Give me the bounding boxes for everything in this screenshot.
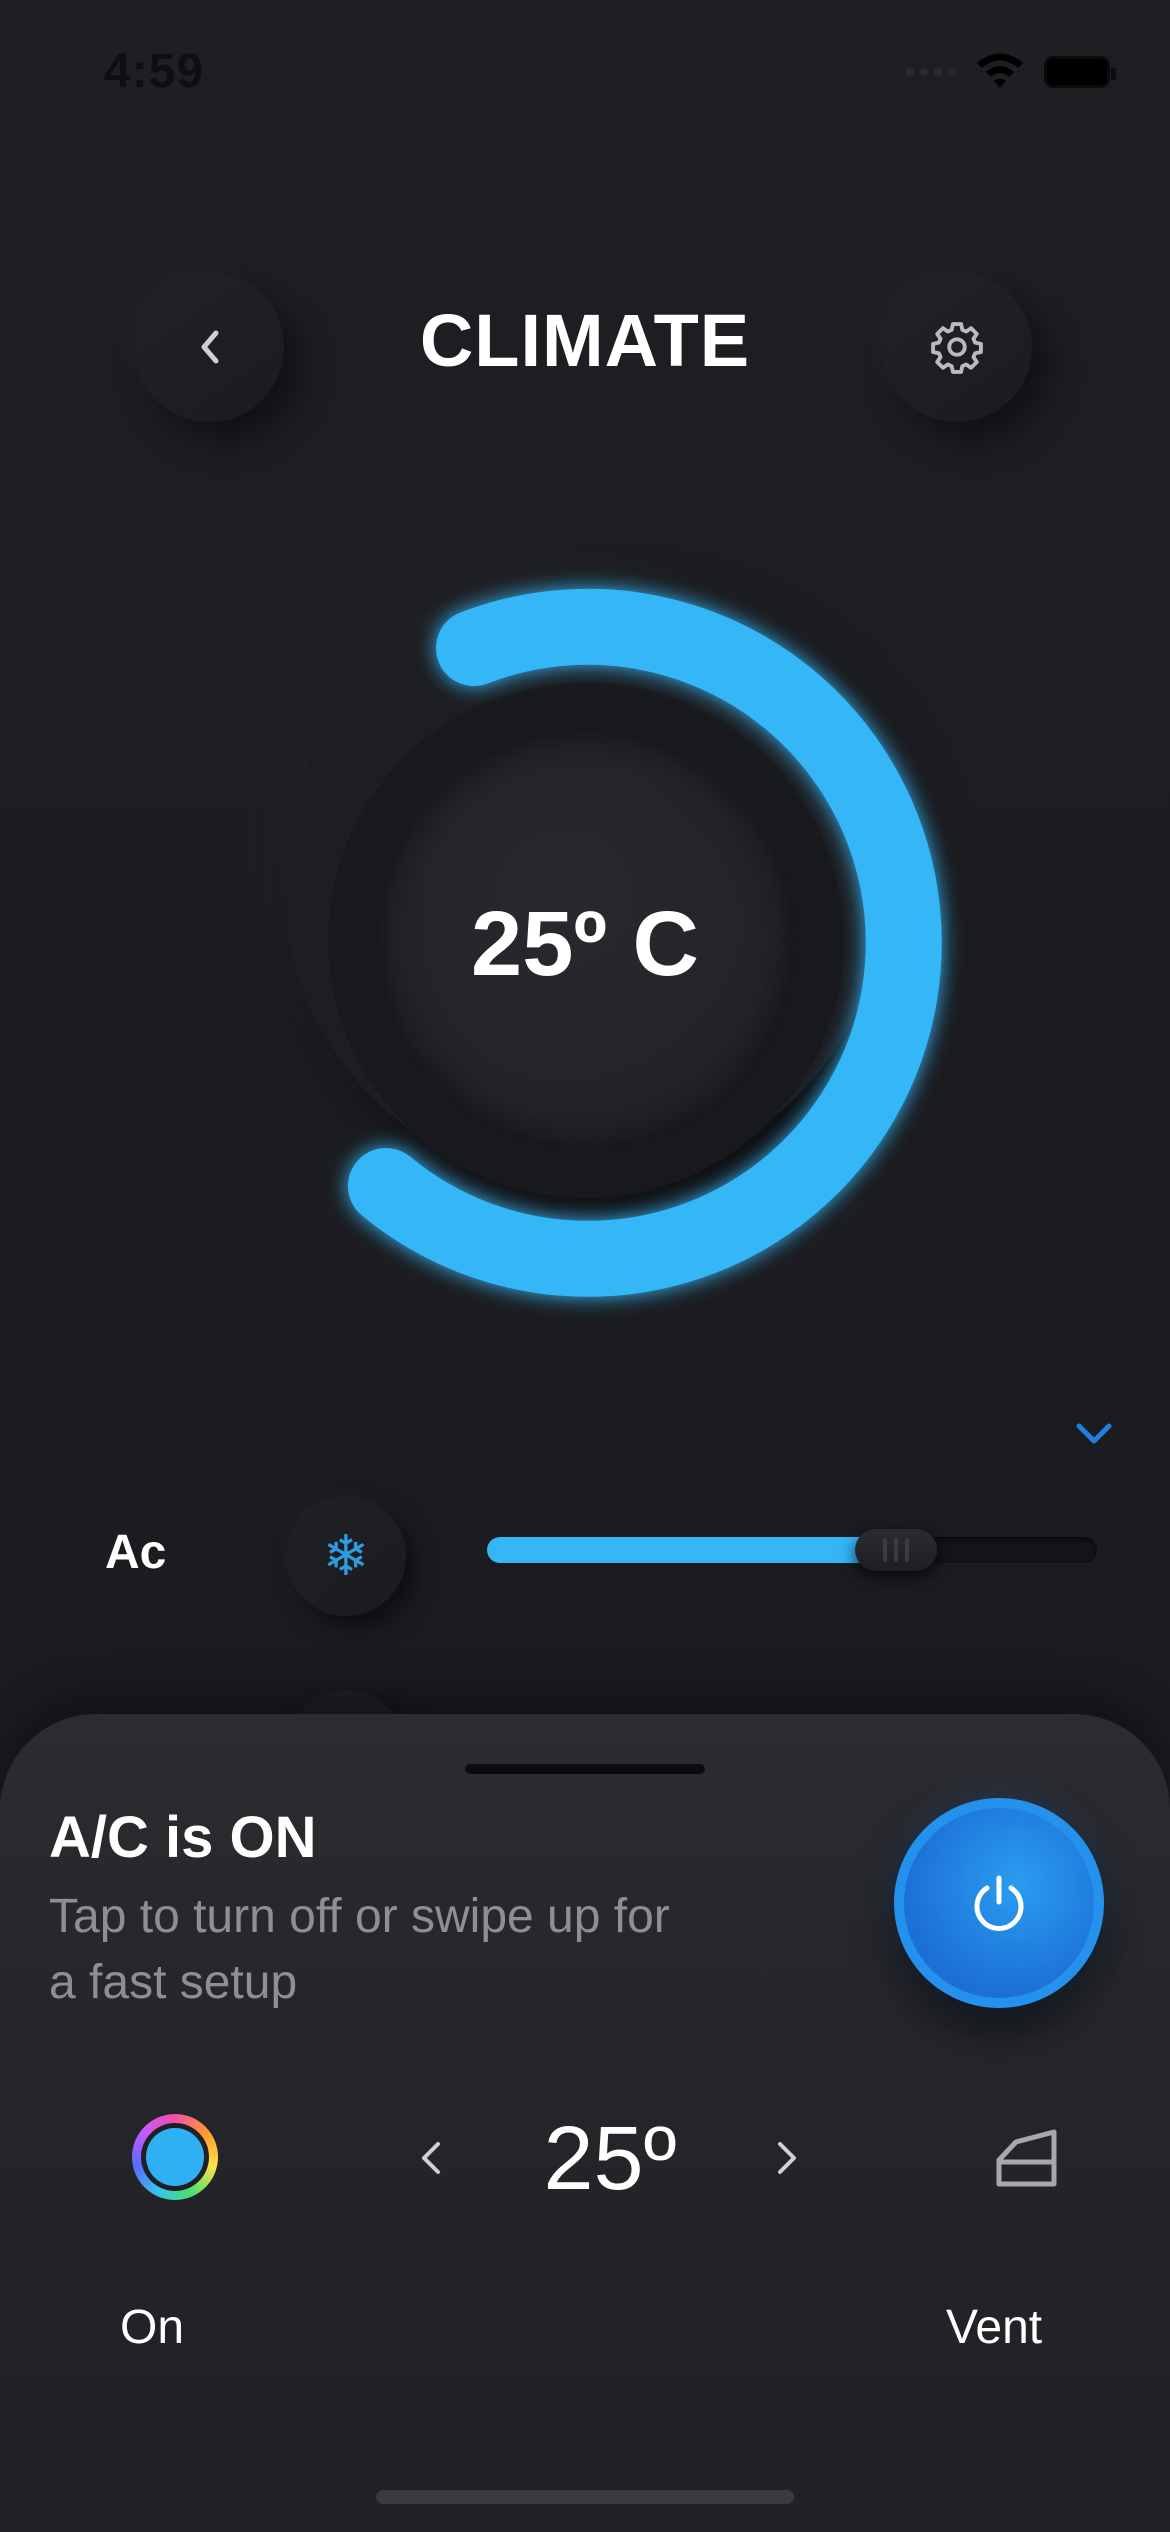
sheet-drag-handle[interactable] — [465, 1764, 705, 1774]
sheet-temperature: 25º — [543, 2109, 677, 2209]
chevron-down-icon[interactable] — [1074, 1420, 1114, 1448]
home-indicator[interactable] — [376, 2490, 794, 2504]
ac-label: Ac — [105, 1526, 167, 1579]
dial-temperature: 25º C — [471, 893, 699, 995]
increase-temp-button[interactable] — [770, 2134, 804, 2182]
ac-slider-thumb[interactable] — [855, 1529, 937, 1571]
color-mode-button[interactable] — [132, 2114, 218, 2200]
climate-screen: 4:59 CLIMATE 25º C Ac ❄ A/C is ON Tap to… — [0, 0, 1170, 2532]
on-label: On — [120, 2301, 185, 2354]
sheet-title: A/C is ON — [49, 1805, 317, 1870]
power-icon — [974, 1875, 1024, 1931]
temperature-arc[interactable] — [0, 0, 1170, 1400]
snowflake-icon: ❄ — [322, 1524, 370, 1587]
power-button[interactable] — [894, 1798, 1104, 2008]
ac-slider-fill — [487, 1537, 896, 1563]
vent-icon[interactable] — [994, 2124, 1060, 2190]
color-dot-icon — [146, 2128, 204, 2186]
ac-mode-button[interactable]: ❄ — [286, 1496, 406, 1616]
ac-slider[interactable] — [487, 1529, 1097, 1571]
sheet-subtitle: Tap to turn off or swipe up for a fast s… — [49, 1890, 670, 2009]
vent-label: Vent — [946, 2301, 1043, 2354]
decrease-temp-button[interactable] — [414, 2134, 448, 2182]
